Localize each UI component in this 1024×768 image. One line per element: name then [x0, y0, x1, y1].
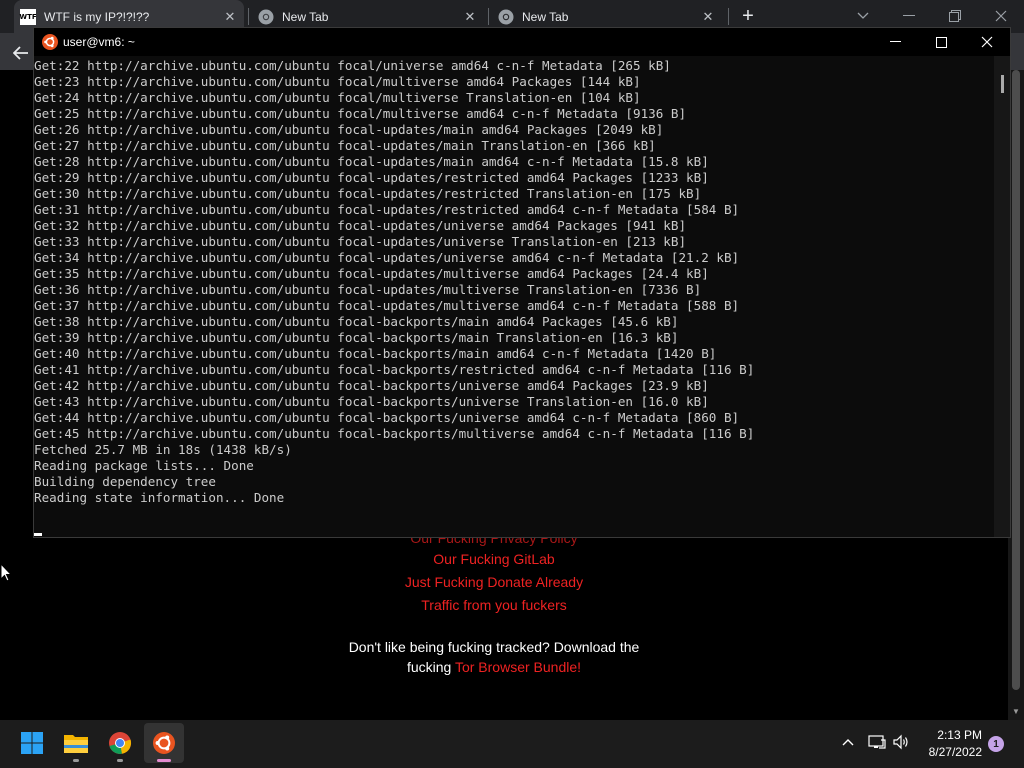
tor-promo-text: Don't like being fucking tracked? Downlo…: [0, 637, 988, 677]
start-button[interactable]: [12, 723, 52, 763]
tor-browser-link[interactable]: Tor Browser Bundle!: [455, 659, 581, 675]
scroll-down-arrow-icon[interactable]: ▼: [1008, 704, 1024, 718]
browser-minimize-icon[interactable]: [897, 4, 921, 28]
tor-promo-prefix: fucking: [406, 659, 455, 675]
start-icon: [21, 732, 43, 754]
tab-title: New Tab: [282, 9, 329, 24]
notification-badge[interactable]: 1: [988, 736, 1004, 752]
terminal-titlebar[interactable]: user@vm6: ~: [34, 28, 1010, 56]
new-tab-button[interactable]: +: [736, 4, 760, 28]
terminal-title: user@vm6: ~: [63, 35, 135, 49]
tor-promo-line2: fucking Tor Browser Bundle!: [0, 657, 988, 677]
file-explorer-icon: [64, 735, 88, 753]
terminal-maximize-icon[interactable]: [918, 28, 964, 56]
file-explorer-button[interactable]: [56, 723, 96, 763]
show-hidden-icons-chevron-icon[interactable]: [842, 735, 854, 749]
tab-title: New Tab: [522, 9, 569, 24]
gitlab-link[interactable]: Our Fucking GitLab: [0, 551, 988, 567]
ubuntu-icon: [42, 34, 58, 50]
chrome-icon: [258, 9, 274, 24]
chrome-icon: [498, 9, 514, 24]
volume-icon[interactable]: [892, 734, 910, 755]
running-indicator: [117, 759, 123, 762]
tab-title: WTF is my IP?!?!??: [44, 9, 150, 24]
active-indicator: [157, 759, 171, 762]
tab-separator: [248, 8, 249, 25]
close-tab-icon[interactable]: ✕: [462, 9, 478, 25]
page-scroll-thumb[interactable]: [1012, 70, 1020, 690]
tab-separator: [488, 8, 489, 25]
close-tab-icon[interactable]: ✕: [700, 9, 716, 25]
terminal-output[interactable]: Get:22 http://archive.ubuntu.com/ubuntu …: [34, 58, 994, 508]
terminal-minimize-icon[interactable]: [872, 28, 918, 56]
terminal-scroll-thumb[interactable]: [1001, 75, 1004, 93]
mouse-pointer-icon: [0, 563, 12, 582]
terminal-window[interactable]: user@vm6: ~ Get:22 http://archive.ubuntu…: [33, 27, 1011, 538]
chrome-icon: [109, 732, 132, 754]
clock-date[interactable]: 8/27/2022: [918, 745, 982, 759]
chrome-taskbar-button[interactable]: [100, 723, 140, 763]
terminal-scrollbar[interactable]: [994, 56, 1010, 537]
tab-separator: [728, 8, 729, 25]
ubuntu-icon: [153, 732, 175, 754]
terminal-cursor: [34, 533, 42, 536]
ubuntu-terminal-taskbar-button[interactable]: [144, 723, 184, 763]
browser-restore-icon[interactable]: [943, 4, 967, 28]
tab-search-chevron-icon[interactable]: [851, 4, 875, 28]
clock-time[interactable]: 2:13 PM: [918, 728, 982, 742]
network-icon[interactable]: [868, 734, 886, 755]
wtf-favicon-icon: WTF: [19, 8, 37, 25]
browser-close-icon[interactable]: [989, 4, 1013, 28]
back-arrow-icon[interactable]: [10, 43, 32, 63]
close-tab-icon[interactable]: ✕: [222, 9, 238, 25]
donate-link[interactable]: Just Fucking Donate Already: [0, 574, 988, 590]
terminal-close-icon[interactable]: [964, 28, 1010, 56]
traffic-link[interactable]: Traffic from you fuckers: [0, 597, 988, 613]
tor-promo-line1: Don't like being fucking tracked? Downlo…: [348, 639, 640, 655]
running-indicator: [73, 759, 79, 762]
